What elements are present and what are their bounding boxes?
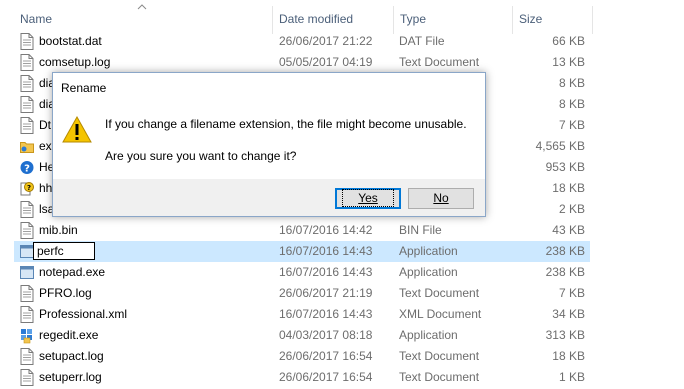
- file-name: setupact.log: [39, 349, 104, 363]
- yes-button[interactable]: Yes: [335, 188, 401, 209]
- no-button-label: No: [433, 191, 449, 205]
- file-row[interactable]: regedit.exe 04/03/2017 08:18 Application 31…: [14, 325, 590, 346]
- application-icon: [20, 243, 34, 260]
- file-name: comsetup.log: [39, 55, 111, 69]
- column-header-size[interactable]: Size: [513, 10, 593, 28]
- file-name: mib.bin: [39, 223, 78, 237]
- dialog-message: If you change a filename extension, the …: [105, 117, 467, 131]
- column-header-bar: Name Date modified Type Size: [0, 0, 684, 34]
- file-date: 26/06/2017 21:22: [279, 34, 373, 48]
- html-help-icon: ?: [20, 180, 34, 197]
- yes-button-label: Yes: [342, 189, 394, 207]
- regedit-icon: [20, 327, 34, 344]
- file-name: regedit.exe: [39, 328, 99, 342]
- document-icon: [20, 117, 34, 134]
- file-date: 16/07/2016 14:43: [279, 244, 373, 258]
- file-size: 238 KB: [545, 244, 585, 258]
- document-icon: [20, 285, 34, 302]
- file-size: 2 KB: [558, 202, 585, 216]
- dialog-title: Rename: [53, 73, 485, 103]
- document-icon: [20, 54, 34, 71]
- document-icon: [20, 75, 34, 92]
- file-size: 13 KB: [552, 55, 585, 69]
- explorer-folder-icon: [20, 138, 34, 155]
- svg-text:?: ?: [24, 164, 30, 175]
- file-row[interactable]: PFRO.log 26/06/2017 21:19 Text Document 7 K…: [14, 283, 590, 304]
- file-date: 04/03/2017 08:18: [279, 328, 373, 342]
- file-name: PFRO.log: [39, 286, 92, 300]
- file-row[interactable]: comsetup.log 05/05/2017 04:19 Text Documen…: [14, 52, 590, 73]
- file-size: 1 KB: [558, 370, 585, 384]
- file-date: 16/07/2016 14:43: [279, 265, 373, 279]
- rename-input[interactable]: perfc: [33, 242, 95, 260]
- file-size: 18 KB: [552, 349, 585, 363]
- file-size: 18 KB: [552, 181, 585, 195]
- dialog-question: Are you sure you want to change it?: [105, 149, 297, 163]
- file-type: Application: [399, 328, 458, 342]
- file-name: setuperr.log: [39, 370, 102, 384]
- file-size: 4,565 KB: [535, 139, 585, 153]
- file-date: 16/07/2016 14:42: [279, 223, 373, 237]
- file-type: Text Document: [399, 349, 480, 363]
- file-type: Application: [399, 265, 458, 279]
- column-divider[interactable]: [592, 6, 593, 34]
- document-icon: [20, 201, 34, 218]
- file-size: 8 KB: [558, 97, 585, 111]
- file-row[interactable]: bootstat.dat 26/06/2017 21:22 DAT File 66 K…: [14, 31, 590, 52]
- svg-text:?: ?: [27, 184, 31, 192]
- column-header-type[interactable]: Type: [394, 10, 512, 28]
- file-size: 66 KB: [552, 34, 585, 48]
- rename-dialog: Rename If you change a filename extensio…: [52, 72, 486, 217]
- file-size: 8 KB: [558, 76, 585, 90]
- document-icon: [20, 348, 34, 365]
- file-date: 05/05/2017 04:19: [279, 55, 373, 69]
- file-type: Application: [399, 244, 458, 258]
- file-row[interactable]: notepad.exe 16/07/2016 14:43 Application 23…: [14, 262, 590, 283]
- file-type: DAT File: [399, 34, 445, 48]
- column-header-name[interactable]: Name: [14, 10, 272, 28]
- file-size: 34 KB: [552, 307, 585, 321]
- document-icon: [20, 369, 34, 386]
- file-row[interactable]: mib.bin 16/07/2016 14:42 BIN File 43 KB: [14, 220, 590, 241]
- file-size: 7 KB: [558, 286, 585, 300]
- file-date: 26/06/2017 16:54: [279, 370, 373, 384]
- file-date: 26/06/2017 21:19: [279, 286, 373, 300]
- application-icon: [20, 264, 34, 281]
- file-date: 26/06/2017 16:54: [279, 349, 373, 363]
- file-row[interactable]: perfc 16/07/2016 14:43 Application 238 KB: [14, 241, 590, 262]
- file-date: 16/07/2016 14:43: [279, 307, 373, 321]
- file-name: bootstat.dat: [39, 34, 102, 48]
- document-icon: [20, 96, 34, 113]
- help-icon: ?: [20, 159, 34, 176]
- file-size: 7 KB: [558, 118, 585, 132]
- file-size: 953 KB: [545, 160, 585, 174]
- file-size: 238 KB: [545, 265, 585, 279]
- dialog-button-bar: Yes No: [53, 179, 485, 216]
- file-row[interactable]: setuperr.log 26/06/2017 16:54 Text Documen…: [14, 367, 590, 388]
- file-size: 313 KB: [545, 328, 585, 342]
- file-name: Professional.xml: [39, 307, 128, 321]
- file-type: XML Document: [399, 307, 482, 321]
- file-name: notepad.exe: [39, 265, 106, 279]
- document-icon: [20, 306, 34, 323]
- file-type: Text Document: [399, 55, 480, 69]
- file-row[interactable]: Professional.xml 16/07/2016 14:43 XML Docu…: [14, 304, 590, 325]
- dialog-body: If you change a filename extension, the …: [53, 103, 485, 179]
- file-row[interactable]: setupact.log 26/06/2017 16:54 Text Documen…: [14, 346, 590, 367]
- file-type: Text Document: [399, 286, 480, 300]
- file-type: BIN File: [399, 223, 442, 237]
- file-type: Text Document: [399, 370, 480, 384]
- document-icon: [20, 33, 34, 50]
- column-header-date[interactable]: Date modified: [273, 10, 393, 28]
- file-size: 43 KB: [552, 223, 585, 237]
- warning-icon: [62, 116, 92, 143]
- document-icon: [20, 222, 34, 239]
- no-button[interactable]: No: [408, 188, 474, 209]
